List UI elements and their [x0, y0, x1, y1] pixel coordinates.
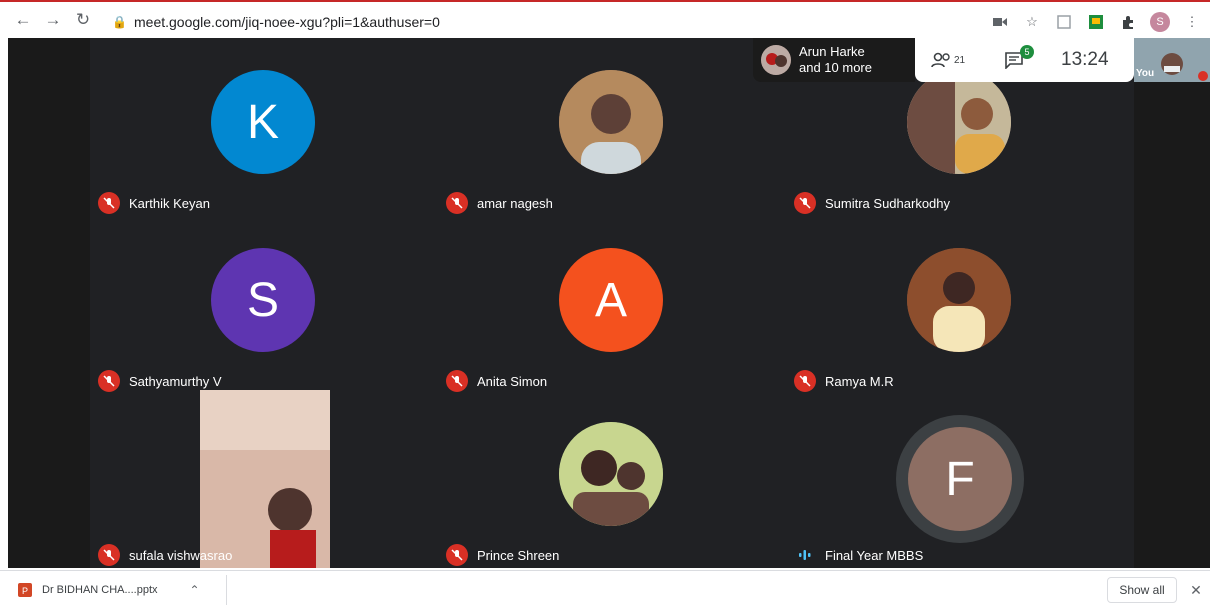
shelf-divider — [226, 575, 227, 605]
powerpoint-file-icon: P — [18, 583, 32, 597]
puzzle-extensions-icon[interactable] — [1118, 12, 1138, 32]
browser-toolbar: ← → ↻ 🔒 meet.google.com/jiq-noee-xgu?pli… — [0, 0, 1210, 38]
avatar: A — [559, 248, 663, 352]
show-all-button[interactable]: Show all — [1107, 577, 1177, 603]
mic-off-icon — [446, 192, 468, 214]
avatar-photo — [907, 248, 1011, 352]
participant-tile[interactable]: Ramya M.R — [786, 216, 1134, 394]
participant-label: Sumitra Sudharkodhy — [794, 192, 950, 214]
people-button[interactable]: 21 — [915, 38, 981, 82]
mic-off-icon — [98, 544, 120, 566]
back-arrow-icon[interactable]: ← — [8, 5, 38, 35]
download-filename: Dr BIDHAN CHA....pptx — [42, 584, 158, 596]
participant-label: Anita Simon — [446, 370, 547, 392]
mic-off-icon — [794, 192, 816, 214]
participant-tile[interactable]: sufala vishwasrao — [90, 390, 438, 568]
reload-icon[interactable]: ↻ — [68, 5, 98, 35]
presenter-more: and 10 more — [799, 60, 872, 75]
avatar-photo — [559, 422, 663, 526]
download-shelf: P Dr BIDHAN CHA....pptx ⌃ Show all ✕ — [0, 570, 1210, 608]
mic-off-icon — [446, 544, 468, 566]
participant-name: Ramya M.R — [825, 373, 894, 389]
mic-off-icon — [98, 370, 120, 392]
participant-name: Final Year MBBS — [825, 547, 924, 563]
participant-name: Sumitra Sudharkodhy — [825, 195, 951, 211]
avatar: K — [211, 70, 315, 174]
participant-name: Karthik Keyan — [129, 195, 210, 211]
people-count: 21 — [953, 54, 966, 66]
profile-avatar[interactable]: S — [1150, 12, 1170, 32]
self-label: You — [1136, 68, 1155, 79]
avatar-photo — [559, 70, 663, 174]
participant-name: sufala vishwasrao — [129, 547, 233, 563]
participant-tile[interactable]: S Sathyamurthy V — [90, 216, 438, 394]
meeting-info-bar: 21 5 13:24 — [915, 38, 1134, 82]
address-bar[interactable]: 🔒 meet.google.com/jiq-noee-xgu?pli=1&aut… — [112, 12, 440, 32]
mic-off-icon — [446, 370, 468, 392]
self-view[interactable]: You — [1134, 38, 1210, 82]
participant-name: Anita Simon — [477, 373, 548, 389]
participant-label: Sathyamurthy V — [98, 370, 222, 392]
participant-name: Prince Shreen — [477, 547, 560, 563]
participant-label: sufala vishwasrao — [98, 544, 232, 566]
presenter-name: Arun Harke — [799, 44, 865, 59]
mic-off-icon — [98, 192, 120, 214]
participant-tile[interactable]: amar nagesh — [438, 38, 786, 216]
participant-tile[interactable]: A Anita Simon — [438, 216, 786, 394]
extension-doc-icon[interactable] — [1054, 12, 1074, 32]
participant-label: Prince Shreen — [446, 544, 559, 566]
presenter-chip[interactable]: Arun Harke and 10 more — [753, 38, 915, 82]
meet-stage: K Karthik Keyan amar nagesh Sumitra Sudh… — [8, 38, 1210, 568]
people-icon — [931, 52, 950, 68]
participant-label: amar nagesh — [446, 192, 553, 214]
participant-tile[interactable]: K Karthik Keyan — [90, 38, 438, 216]
avatar: S — [211, 248, 315, 352]
participant-tile[interactable]: F Final Year MBBS — [786, 390, 1134, 568]
chat-badge: 5 — [1020, 45, 1034, 59]
chat-button[interactable]: 5 — [981, 38, 1047, 82]
participant-label: Karthik Keyan — [98, 192, 210, 214]
camera-indicator-icon[interactable] — [990, 12, 1010, 32]
video-feed — [200, 390, 330, 568]
participant-label: Ramya M.R — [794, 370, 894, 392]
svg-text:P: P — [22, 586, 28, 596]
download-item[interactable]: P Dr BIDHAN CHA....pptx ⌃ — [18, 578, 200, 602]
participant-label: Final Year MBBS — [794, 544, 923, 566]
url-text: meet.google.com/jiq-noee-xgu?pli=1&authu… — [134, 14, 440, 30]
presenter-avatar — [761, 45, 791, 75]
stage-right-gutter — [1134, 38, 1210, 568]
speaking-indicator-icon — [794, 544, 816, 566]
classroom-extension-icon[interactable] — [1086, 12, 1106, 32]
close-icon[interactable]: ✕ — [1186, 580, 1206, 600]
menu-kebab-icon[interactable]: ⋮ — [1182, 12, 1202, 32]
browser-window: ← → ↻ 🔒 meet.google.com/jiq-noee-xgu?pli… — [0, 0, 1210, 608]
star-icon[interactable]: ☆ — [1022, 12, 1042, 32]
stage-left-gutter — [8, 38, 90, 568]
participant-name: Sathyamurthy V — [129, 373, 222, 389]
avatar-photo — [907, 70, 1011, 174]
forward-arrow-icon[interactable]: → — [38, 5, 68, 35]
mic-off-icon — [794, 370, 816, 392]
participant-name: amar nagesh — [477, 195, 553, 211]
toolbar-actions: ☆ S ⋮ — [990, 8, 1202, 36]
meeting-clock: 13:24 — [1061, 49, 1109, 70]
chevron-up-icon[interactable]: ⌃ — [190, 583, 200, 597]
participant-tile[interactable]: Prince Shreen — [438, 390, 786, 568]
avatar: F — [908, 427, 1012, 531]
lock-icon: 🔒 — [112, 15, 127, 29]
